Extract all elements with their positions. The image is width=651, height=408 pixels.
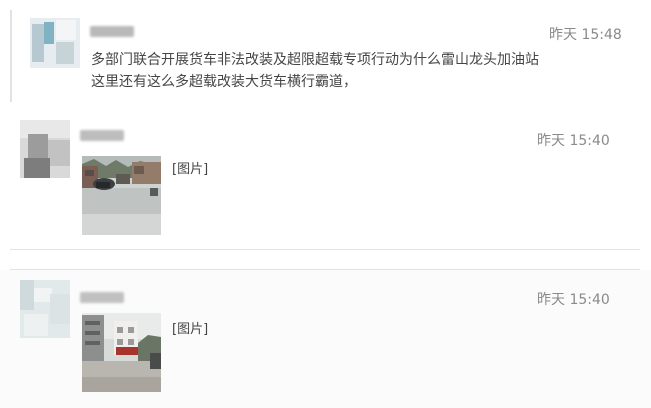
- image-label: [图片]: [172, 322, 209, 337]
- message-text-line: 这里还有这么多超载改装大货车横行霸道，: [91, 74, 357, 90]
- image-thumbnail[interactable]: [82, 156, 161, 235]
- message-time: 昨天 15:40: [537, 292, 610, 308]
- sender-name: [80, 130, 124, 141]
- image-thumbnail[interactable]: [82, 313, 161, 392]
- divider: [10, 249, 640, 250]
- message-time: 昨天 15:48: [549, 27, 622, 43]
- quote-bar: [10, 10, 12, 102]
- message-text-line: 多部门联合开展货车非法改装及超限超载专项行动为什么雷山龙头加油站: [91, 52, 539, 68]
- image-thumbnail-picture: [82, 313, 161, 392]
- image-label: [图片]: [172, 162, 209, 177]
- avatar[interactable]: [20, 120, 70, 178]
- avatar[interactable]: [30, 18, 80, 68]
- message-item[interactable]: 昨天 15:48 多部门联合开展货车非法改装及超限超载专项行动为什么雷山龙头加油…: [0, 0, 651, 108]
- sender-name: [90, 26, 134, 37]
- image-thumbnail-picture: [82, 156, 161, 235]
- message-time: 昨天 15:40: [537, 133, 610, 149]
- message-item[interactable]: 昨天 15:40 [图片]: [0, 108, 651, 248]
- message-item[interactable]: 昨天 15:40 [图片]: [0, 270, 651, 408]
- avatar[interactable]: [20, 280, 70, 338]
- sender-name: [80, 292, 124, 303]
